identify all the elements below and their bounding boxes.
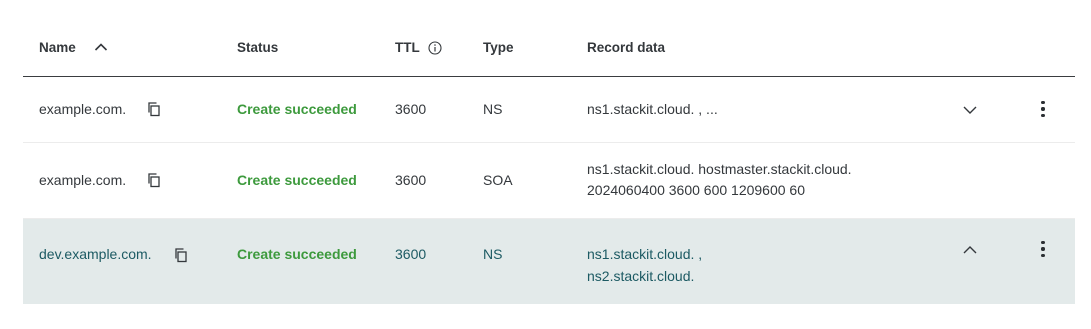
- status-text: Create succeeded: [237, 101, 357, 117]
- copy-icon[interactable]: [146, 101, 162, 117]
- record-data-line: ns1.stackit.cloud. , ...: [587, 101, 718, 117]
- table-row-selected[interactable]: dev.example.com. Create succeeded 3600 N…: [23, 219, 1075, 304]
- table-header: Name Status TTL Type Record data: [23, 0, 1075, 77]
- record-data-line: 2024060400 3600 600 1209600 60: [587, 182, 805, 198]
- column-header-ttl: TTL: [395, 40, 420, 55]
- sort-ascending-icon[interactable]: [94, 41, 108, 53]
- chevron-up-icon[interactable]: [962, 242, 978, 258]
- ttl-value: 3600: [395, 172, 427, 188]
- type-value: SOA: [483, 172, 513, 188]
- column-header-record-data: Record data: [587, 40, 666, 55]
- column-header-type: Type: [483, 40, 514, 55]
- column-header-status: Status: [237, 40, 279, 55]
- kebab-menu-icon[interactable]: [1039, 101, 1047, 119]
- record-name: example.com.: [39, 101, 127, 117]
- record-name: dev.example.com.: [39, 246, 152, 262]
- record-data-line: ns1.stackit.cloud. hostmaster.stackit.cl…: [587, 161, 852, 177]
- type-value: NS: [483, 101, 503, 117]
- ttl-value: 3600: [395, 101, 427, 117]
- chevron-down-icon[interactable]: [962, 102, 978, 118]
- info-icon[interactable]: [428, 41, 442, 55]
- table-row[interactable]: example.com. Create succeeded 3600 SOA n…: [23, 143, 1075, 219]
- kebab-menu-icon[interactable]: [1039, 241, 1047, 259]
- copy-icon[interactable]: [146, 172, 162, 188]
- copy-icon[interactable]: [173, 247, 189, 263]
- status-text: Create succeeded: [237, 172, 357, 188]
- table-row[interactable]: example.com. Create succeeded 3600 NS ns…: [23, 77, 1075, 143]
- ttl-value: 3600: [395, 246, 427, 262]
- record-data-line: ns1.stackit.cloud. ,: [587, 246, 703, 262]
- dns-records-table: Name Status TTL Type Record data example…: [23, 0, 1075, 304]
- record-data-line: ns2.stackit.cloud.: [587, 268, 695, 284]
- record-name: example.com.: [39, 172, 127, 188]
- type-value: NS: [483, 246, 503, 262]
- column-header-name[interactable]: Name: [39, 40, 76, 56]
- status-text: Create succeeded: [237, 246, 357, 262]
